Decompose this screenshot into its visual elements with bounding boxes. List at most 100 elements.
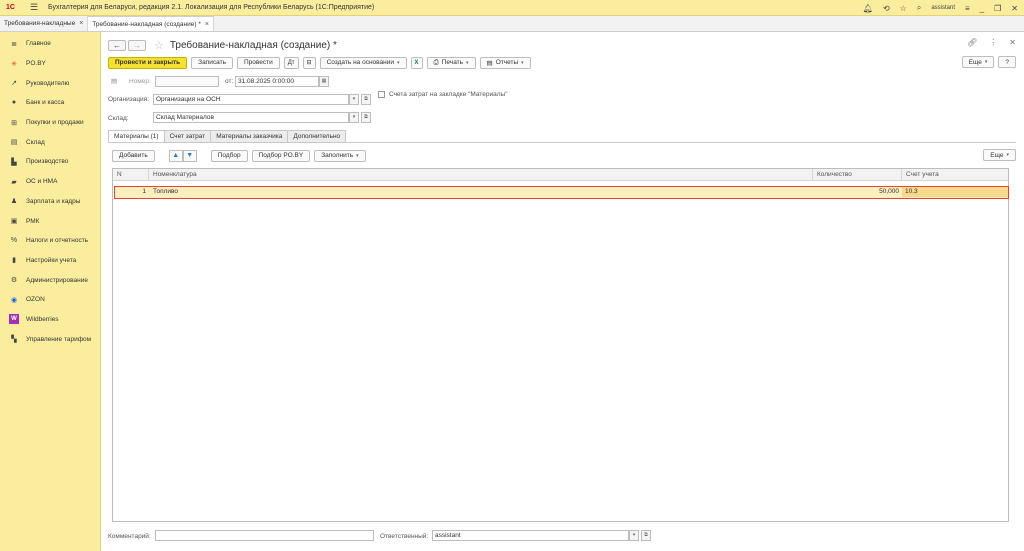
help-button[interactable]: ? — [998, 56, 1016, 68]
tab-materials[interactable]: Материалы (1) — [108, 130, 165, 142]
sidebar-item-warehouse[interactable]: ▤ Склад — [0, 132, 100, 152]
expense-accounts-checkbox[interactable] — [378, 91, 385, 98]
save-button[interactable]: Записать — [191, 56, 233, 69]
sidebar-item-manager[interactable]: ↗ Руководителю — [0, 73, 100, 93]
post-and-close-button[interactable]: Провести и закрыть — [108, 56, 188, 69]
user-name[interactable]: assistant — [931, 5, 955, 11]
search-icon[interactable]: ⌕ — [917, 3, 921, 13]
chevron-down-icon[interactable]: ▾ — [629, 530, 639, 541]
sidebar-item-ozon[interactable]: ◉ OZON — [0, 290, 100, 310]
more-label: Еще — [990, 151, 1004, 159]
favorites-icon[interactable]: ☆ — [900, 4, 907, 13]
restore-icon[interactable]: ❐ — [994, 4, 1001, 13]
chevron-down-icon[interactable]: ▾ — [349, 112, 359, 123]
tab-label: Требования-накладные — [4, 20, 76, 27]
sidebar-item-taxes[interactable]: % Налоги и отчетность — [0, 231, 100, 251]
sidebar-item-assets[interactable]: ▰ ОС и НМА — [0, 172, 100, 192]
tab-requisition-create[interactable]: Требование-накладная (создание) * × — [88, 16, 214, 31]
sidebar-item-label: Главное — [26, 40, 51, 48]
row-item[interactable]: Топливо — [153, 187, 178, 197]
sidebar-item-poby[interactable]: ✳ PO.BY — [0, 54, 100, 74]
column-header-item[interactable]: Номенклатура — [149, 169, 813, 181]
number-label: Номер: — [129, 78, 151, 85]
row-account[interactable]: 10.3 — [902, 187, 1008, 197]
tab-expense-account[interactable]: Счет затрат — [163, 130, 212, 142]
sidebar-item-label: Налоги и отчетность — [26, 237, 89, 245]
number-field[interactable] — [155, 76, 219, 87]
sidebar-item-settings[interactable]: ▮ Настройки учета — [0, 251, 100, 271]
sidebar-item-label: Руководителю — [26, 79, 70, 87]
comment-label: Комментарий: — [108, 533, 151, 540]
history-icon[interactable]: ⟲ — [883, 4, 890, 13]
settings-menu-icon[interactable]: ≡ — [965, 4, 970, 13]
pick-button[interactable]: Подбор — [210, 149, 248, 162]
warehouse-icon: ▤ — [10, 139, 18, 147]
sidebar-item-main[interactable]: ≣ Главное — [0, 34, 100, 54]
column-header-account[interactable]: Счет учета — [902, 169, 1010, 181]
chevron-down-icon[interactable]: ▾ — [349, 94, 359, 105]
sidebar-item-label: Склад — [26, 138, 45, 146]
sidebar-item-production[interactable]: ▙ Производство — [0, 152, 100, 172]
sidebar-item-tariff[interactable]: ▚ Управление тарифом — [0, 329, 100, 349]
sidebar-item-wildberries[interactable]: W Wildberries — [0, 310, 100, 330]
fill-button[interactable]: Заполнить ▾ — [314, 149, 366, 162]
reports-label: Отчеты — [495, 59, 519, 66]
warehouse-field[interactable]: Склад Материалов — [153, 112, 349, 123]
sidebar-item-rmk[interactable]: ▣ РМК — [0, 211, 100, 231]
reports-button[interactable]: ▤ Отчеты ▾ — [479, 56, 531, 69]
date-field[interactable]: 31.08.2025 0:00:00 — [235, 76, 319, 87]
close-form-icon[interactable]: ✕ — [1009, 38, 1016, 47]
tab-requisitions-list[interactable]: Требования-накладные × — [0, 16, 89, 31]
close-tab-icon[interactable]: × — [79, 20, 83, 27]
tab-customer-materials[interactable]: Материалы заказчика — [210, 130, 289, 142]
row-qty[interactable]: 50,000 — [815, 187, 899, 197]
sidebar-item-label: Зарплата и кадры — [26, 197, 81, 205]
sidebar-item-sales[interactable]: ⊞ Покупки и продажи — [0, 113, 100, 133]
table-more-button[interactable]: Еще ▾ — [983, 149, 1016, 161]
fill-label: Заполнить — [321, 152, 354, 159]
sidebar-item-bank[interactable]: ● Банк и касса — [0, 93, 100, 113]
sidebar-item-salary[interactable]: ♟ Зарплата и кадры — [0, 192, 100, 212]
forward-button[interactable]: → — [128, 39, 146, 51]
dt-kt-icon[interactable]: Дт — [283, 56, 299, 69]
move-down-icon[interactable]: ▼ — [182, 149, 197, 162]
comment-field[interactable] — [155, 530, 374, 541]
structure-icon[interactable]: ⊟ — [302, 56, 316, 69]
print-button[interactable]: ⎙ Печать ▾ — [426, 56, 476, 69]
pick-poby-button[interactable]: Подбор PO.BY — [251, 149, 311, 162]
calendar-icon[interactable]: ▦ — [319, 76, 329, 87]
back-button[interactable]: ← — [108, 39, 126, 51]
table-row[interactable]: 1 Топливо 50,000 10.3 — [114, 186, 1009, 199]
more-button[interactable]: Еще ▾ — [961, 56, 995, 68]
excel-icon[interactable]: X — [410, 56, 423, 69]
close-tab-icon[interactable]: × — [205, 21, 209, 28]
column-header-qty[interactable]: Количество — [813, 169, 902, 181]
more-vertical-icon[interactable]: ⋮ — [989, 38, 997, 47]
link-icon[interactable]: 🔗︎ — [967, 38, 977, 47]
main-menu-icon[interactable]: ☰ — [30, 2, 40, 13]
move-up-icon[interactable]: ▲ — [168, 149, 183, 162]
truck-icon: ▰ — [11, 178, 17, 186]
chevron-down-icon: ▾ — [521, 59, 524, 66]
create-based-on-button[interactable]: Создать на основании ▾ — [319, 56, 407, 69]
post-button[interactable]: Провести — [236, 56, 280, 69]
responsible-label: Ответственный: — [380, 533, 429, 540]
close-icon[interactable]: ✕ — [1011, 4, 1018, 13]
sidebar-item-label: РМК — [26, 217, 40, 225]
minimize-icon[interactable]: _ — [980, 4, 984, 13]
cart-icon: ⊞ — [11, 119, 17, 127]
tab-additional[interactable]: Дополнительно — [287, 130, 347, 142]
favorite-star-icon[interactable]: ☆ — [154, 39, 164, 52]
open-link-icon[interactable]: ⧉ — [641, 530, 651, 541]
add-row-button[interactable]: Добавить — [112, 149, 155, 162]
responsible-field[interactable]: assistant — [432, 530, 629, 541]
sidebar-item-admin[interactable]: ⚙ Администрирование — [0, 270, 100, 290]
bell-icon[interactable]: 🔔︎ — [863, 4, 873, 13]
sidebar: ≣ Главное ✳ PO.BY ↗ Руководителю ● Банк и ка… — [0, 32, 101, 551]
column-header-n[interactable]: N — [113, 169, 149, 181]
open-link-icon[interactable]: ⧉ — [361, 112, 371, 123]
title-bar: 1С ☰ Бухгалтерия для Беларуси, редакция … — [0, 0, 1024, 16]
organization-field[interactable]: Организация на ОСН — [153, 94, 349, 105]
open-link-icon[interactable]: ⧉ — [361, 94, 371, 105]
table-header: N Номенклатура Количество Счет учета — [113, 169, 1008, 181]
